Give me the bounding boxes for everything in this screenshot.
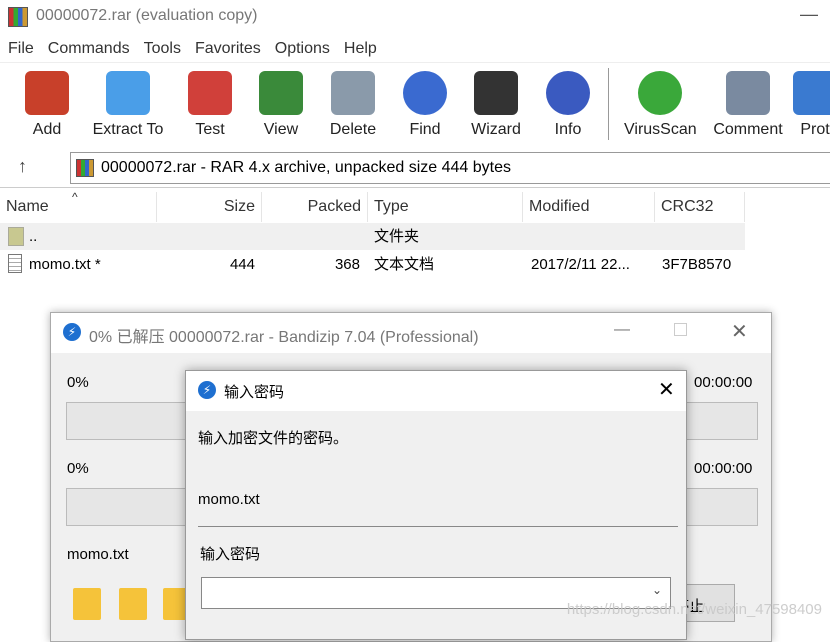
winrar-logo-icon (8, 7, 28, 27)
address-bar[interactable]: 00000072.rar - RAR 4.x archive, unpacked… (70, 152, 830, 184)
toolbar-label: Extract To (92, 121, 164, 138)
menu-favorites[interactable]: Favorites (195, 40, 261, 57)
magic-wand-icon (474, 71, 518, 115)
toolbar-wizard-button[interactable]: Wizard (460, 67, 532, 139)
file-size: 444 (229, 256, 255, 273)
toolbar-label: Find (409, 121, 441, 138)
file-crc32: 3F7B8570 (662, 256, 732, 273)
menu-file[interactable]: File (8, 40, 34, 57)
file-type: 文件夹 (374, 228, 420, 245)
toolbar-view-button[interactable]: View (245, 67, 317, 139)
address-text: 00000072.rar - RAR 4.x archive, unpacked… (101, 159, 512, 176)
folder-icon[interactable] (119, 588, 147, 620)
magnifier-icon (403, 71, 447, 115)
file-name: momo.txt * (29, 256, 101, 273)
archive-folder-icon[interactable] (73, 588, 101, 620)
divider (198, 526, 678, 527)
close-button[interactable]: ✕ (731, 319, 748, 344)
toolbar-info-button[interactable]: Info (532, 67, 604, 139)
bug-scan-icon (638, 71, 682, 115)
menu-help[interactable]: Help (344, 40, 377, 57)
clipboard-check-icon (188, 71, 232, 115)
bandizip-logo-icon: ⚡ (63, 323, 81, 341)
folder-icon (8, 227, 24, 246)
chevron-down-icon[interactable]: ⌄ (652, 583, 662, 597)
bandizip-title: 0% 已解压 00000072.rar - Bandizip 7.04 (Pro… (89, 329, 479, 346)
maximize-button[interactable] (674, 323, 687, 336)
menu-options[interactable]: Options (275, 40, 330, 57)
column-name[interactable]: Name ^ (0, 190, 157, 222)
current-file: momo.txt (67, 546, 129, 563)
toolbar-extract-to-button[interactable]: Extract To (92, 67, 164, 139)
menu-bar: File Commands Tools Favorites Options Help (0, 36, 830, 62)
shield-icon (793, 71, 830, 115)
trash-icon (331, 71, 375, 115)
file-modified: 2017/2/11 22... (531, 256, 630, 273)
minimize-button[interactable]: — (800, 4, 818, 25)
toolbar-delete-button[interactable]: Delete (317, 67, 389, 139)
toolbar-virusscan-button[interactable]: VirusScan (624, 67, 697, 139)
toolbar-test-button[interactable]: Test (174, 67, 246, 139)
window-title: 00000072.rar (evaluation copy) (36, 7, 258, 24)
bandizip-title-bar: ⚡ 0% 已解压 00000072.rar - Bandizip 7.04 (P… (51, 313, 771, 353)
info-icon (546, 71, 590, 115)
toolbar-label: Add (32, 121, 62, 138)
progress-percent-2: 0% (67, 460, 89, 477)
toolbar-comment-button[interactable]: Comment (712, 67, 784, 139)
dialog-file: momo.txt (198, 491, 260, 508)
address-row: ↑ 00000072.rar - RAR 4.x archive, unpack… (0, 150, 830, 188)
toolbar-label: Prot (800, 121, 830, 138)
toolbar-find-button[interactable]: Find (389, 67, 461, 139)
bandizip-logo-icon: ⚡ (198, 381, 216, 399)
dialog-title-bar: ⚡ 输入密码 ✕ (186, 371, 686, 411)
toolbar-separator (608, 68, 609, 140)
column-size[interactable]: Size (157, 192, 262, 222)
column-modified[interactable]: Modified (523, 192, 655, 222)
column-crc32[interactable]: CRC32 (655, 192, 745, 222)
file-row-parent[interactable]: .. 文件夹 (0, 223, 745, 250)
book-icon (259, 71, 303, 115)
column-packed[interactable]: Packed (262, 192, 368, 222)
toolbar: Add Extract To Test View Delete Find Wizard Inf… (0, 62, 830, 150)
comment-icon (726, 71, 770, 115)
close-button[interactable]: ✕ (658, 377, 675, 402)
toolbar-prot-button[interactable]: Prot (779, 67, 830, 139)
toolbar-label: Comment (713, 121, 783, 138)
toolbar-add-button[interactable]: Add (11, 67, 83, 139)
dialog-message: 输入加密文件的密码。 (198, 430, 349, 447)
title-bar: 00000072.rar (evaluation copy) — (0, 0, 830, 34)
file-type: 文本文档 (374, 256, 435, 273)
time-2: 00:00:00 (694, 460, 753, 477)
progress-percent-1: 0% (67, 374, 89, 391)
menu-commands[interactable]: Commands (48, 40, 130, 57)
password-label: 输入密码 (200, 546, 261, 563)
books-archive-icon (25, 71, 69, 115)
toolbar-label: Info (554, 121, 582, 138)
dialog-title: 输入密码 (224, 384, 285, 401)
toolbar-label: View (263, 121, 299, 138)
toolbar-label: Delete (329, 121, 377, 138)
text-file-icon (8, 254, 22, 273)
archive-icon (76, 159, 94, 177)
file-row[interactable]: momo.txt * 444 368 文本文档 2017/2/11 22... … (0, 251, 745, 278)
toolbar-label: Test (195, 121, 225, 138)
up-arrow-icon[interactable]: ↑ (18, 156, 27, 177)
watermark: https://blog.csdn.net/weixin_47598409 (566, 601, 822, 618)
folder-extract-icon (106, 71, 150, 115)
column-type[interactable]: Type (368, 192, 523, 222)
time-1: 00:00:00 (694, 374, 753, 391)
file-packed: 368 (334, 256, 360, 273)
menu-tools[interactable]: Tools (144, 40, 181, 57)
toolbar-label: VirusScan (624, 121, 697, 138)
file-name: .. (29, 228, 38, 245)
password-dialog: ⚡ 输入密码 ✕ 输入加密文件的密码。 momo.txt 输入密码 ⌄ (185, 370, 687, 640)
minimize-button[interactable]: — (614, 321, 630, 339)
toolbar-label: Wizard (471, 121, 521, 138)
